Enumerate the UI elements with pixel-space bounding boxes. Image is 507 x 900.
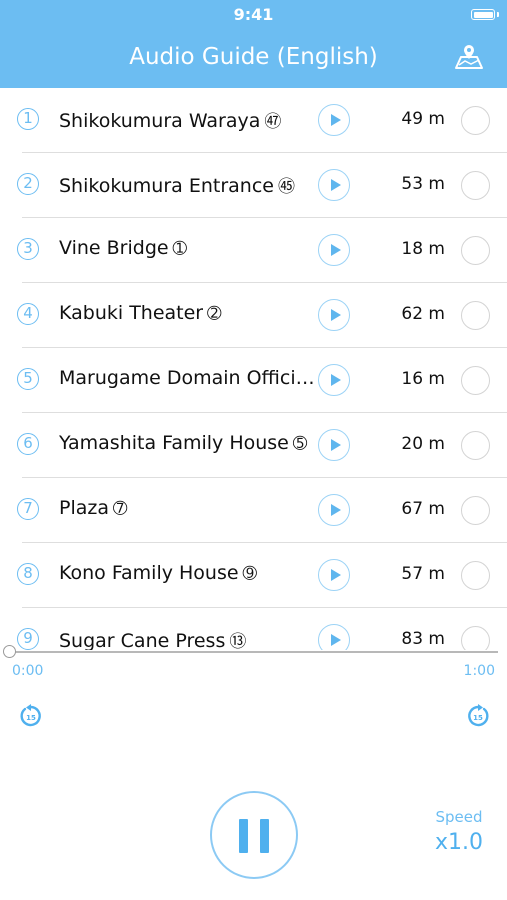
- battery-tip: [497, 12, 499, 17]
- visited-checkbox[interactable]: [461, 106, 490, 135]
- page-title: Audio Guide (English): [129, 44, 378, 70]
- spot-name: Marugame Domain Offici…: [59, 367, 319, 389]
- spot-distance: 20 m: [401, 434, 445, 454]
- skip-forward-seconds: 15: [473, 714, 483, 722]
- spot-name: Plaza ➆: [59, 497, 127, 519]
- visited-checkbox[interactable]: [461, 366, 490, 395]
- spot-distance: 49 m: [401, 109, 445, 129]
- visited-checkbox[interactable]: [461, 431, 490, 460]
- spot-number: 7: [17, 498, 39, 520]
- visited-checkbox[interactable]: [461, 561, 490, 590]
- spot-badge: ➄: [292, 434, 308, 454]
- play-icon[interactable]: [318, 299, 350, 331]
- spot-name-text: Kono Family House: [59, 562, 239, 584]
- visited-checkbox[interactable]: [461, 626, 490, 650]
- spot-list[interactable]: 1 Shikokumura Waraya ㊼ 49 m 2 Shikokumura Ent…: [0, 88, 507, 650]
- spot-name: Shikokumura Waraya ㊼: [59, 107, 281, 132]
- spot-number: 6: [17, 433, 39, 455]
- list-item[interactable]: 6 Yamashita Family House ➄ 20 m: [0, 413, 507, 478]
- progress-thumb[interactable]: [3, 645, 16, 658]
- spot-number: 3: [17, 238, 39, 260]
- list-item[interactable]: 2 Shikokumura Entrance ㊺ 53 m: [0, 153, 507, 218]
- spot-distance: 18 m: [401, 239, 445, 259]
- visited-checkbox[interactable]: [461, 236, 490, 265]
- skip-forward-icon[interactable]: 15: [465, 703, 491, 729]
- spot-name-text: Shikokumura Waraya: [59, 110, 261, 132]
- spot-number: 8: [17, 563, 39, 585]
- spot-distance: 83 m: [401, 629, 445, 649]
- spot-distance: 16 m: [401, 369, 445, 389]
- duration-time: 1:00: [463, 663, 495, 679]
- spot-name: Kono Family House ➈: [59, 562, 257, 584]
- visited-checkbox[interactable]: [461, 496, 490, 525]
- header-bar: 9:41 Audio Guide (English): [0, 0, 507, 88]
- elapsed-time: 0:00: [12, 663, 44, 679]
- spot-name: Shikokumura Entrance ㊺: [59, 172, 295, 197]
- play-icon[interactable]: [318, 559, 350, 591]
- spot-distance: 67 m: [401, 499, 445, 519]
- spot-name: Yamashita Family House ➄: [59, 432, 307, 454]
- list-item[interactable]: 5 Marugame Domain Offici… 16 m: [0, 348, 507, 413]
- spot-badge: ➀: [172, 239, 187, 259]
- visited-checkbox[interactable]: [461, 171, 490, 200]
- spot-badge: ➆: [113, 499, 128, 519]
- spot-badge: ⑬: [229, 632, 247, 650]
- spot-badge: ㊺: [277, 177, 295, 197]
- spot-name-text: Vine Bridge: [59, 237, 169, 259]
- speed-label: Speed: [435, 808, 483, 826]
- spot-number: 9: [17, 628, 39, 650]
- spot-name-text: Marugame Domain Offici…: [59, 367, 315, 389]
- skip-back-seconds: 15: [26, 714, 36, 722]
- skip-back-icon[interactable]: 15: [18, 703, 44, 729]
- spot-number: 2: [17, 173, 39, 195]
- battery-icon: [471, 9, 495, 20]
- spot-distance: 53 m: [401, 174, 445, 194]
- spot-badge: ➁: [207, 304, 222, 324]
- progress-track[interactable]: [9, 651, 498, 653]
- spot-number: 5: [17, 368, 39, 390]
- spot-name: Sugar Cane Press ⑬: [59, 627, 246, 650]
- pause-button[interactable]: [210, 791, 298, 879]
- map-icon[interactable]: [453, 43, 485, 71]
- spot-name-text: Sugar Cane Press: [59, 630, 226, 650]
- play-icon[interactable]: [318, 494, 350, 526]
- spot-badge: ㊼: [264, 112, 282, 132]
- play-icon[interactable]: [318, 234, 350, 266]
- spot-name-text: Kabuki Theater: [59, 302, 204, 324]
- play-icon[interactable]: [318, 104, 350, 136]
- play-icon[interactable]: [318, 429, 350, 461]
- list-item[interactable]: 7 Plaza ➆ 67 m: [0, 478, 507, 543]
- spot-name: Vine Bridge ➀: [59, 237, 187, 259]
- status-time: 9:41: [233, 5, 274, 24]
- pause-icon-bar-left: [239, 819, 248, 853]
- spot-number: 4: [17, 303, 39, 325]
- spot-name-text: Yamashita Family House: [59, 432, 289, 454]
- pause-icon-bar-right: [260, 819, 269, 853]
- speed-button[interactable]: x1.0: [424, 830, 494, 855]
- list-item[interactable]: 4 Kabuki Theater ➁ 62 m: [0, 283, 507, 348]
- list-item[interactable]: 1 Shikokumura Waraya ㊼ 49 m: [0, 88, 507, 153]
- list-item[interactable]: 9 Sugar Cane Press ⑬ 83 m: [0, 608, 507, 650]
- spot-distance: 62 m: [401, 304, 445, 324]
- spot-badge: ➈: [242, 564, 257, 584]
- play-icon[interactable]: [318, 169, 350, 201]
- play-icon[interactable]: [318, 364, 350, 396]
- spot-name-text: Plaza: [59, 497, 109, 519]
- visited-checkbox[interactable]: [461, 301, 490, 330]
- spot-name: Kabuki Theater ➁: [59, 302, 221, 324]
- list-item[interactable]: 3 Vine Bridge ➀ 18 m: [0, 218, 507, 283]
- list-item[interactable]: 8 Kono Family House ➈ 57 m: [0, 543, 507, 608]
- spot-number: 1: [17, 108, 39, 130]
- play-icon[interactable]: [318, 624, 350, 650]
- spot-name-text: Shikokumura Entrance: [59, 175, 274, 197]
- spot-distance: 57 m: [401, 564, 445, 584]
